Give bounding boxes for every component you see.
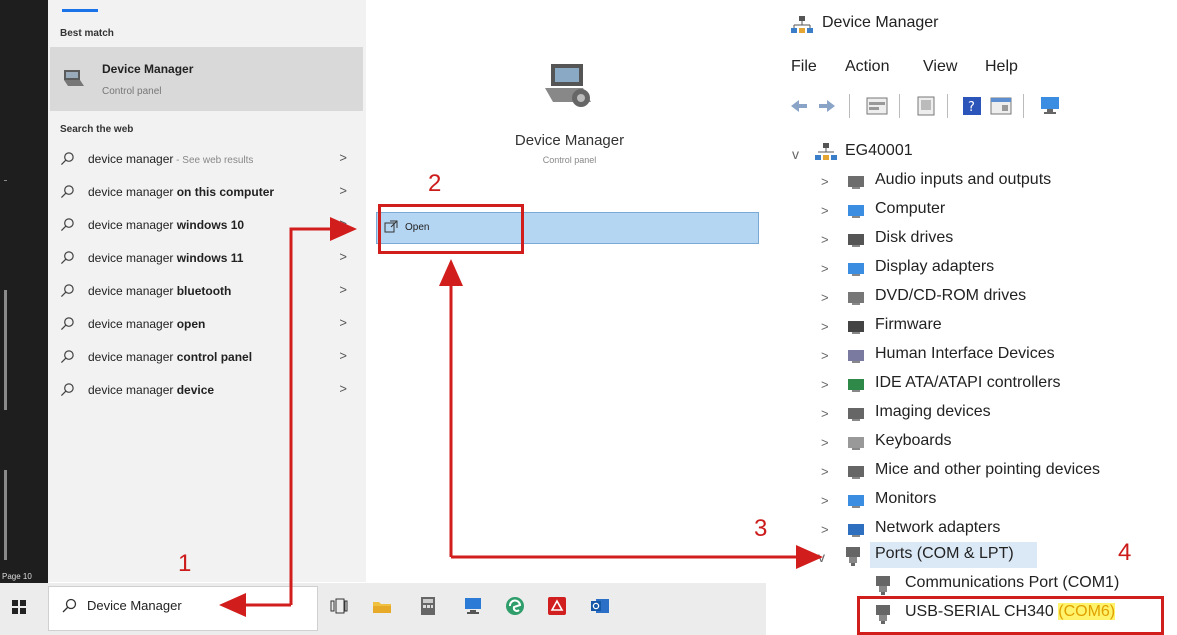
annotation-step-1: 1 [178,550,192,577]
annotation-step-4: 4 [1118,539,1132,566]
annotation-step-3: 3 [754,515,768,542]
arrow-search-to-open [289,217,357,605]
annotation-arrows [219,217,823,617]
annotation-step-2: 2 [428,170,442,197]
